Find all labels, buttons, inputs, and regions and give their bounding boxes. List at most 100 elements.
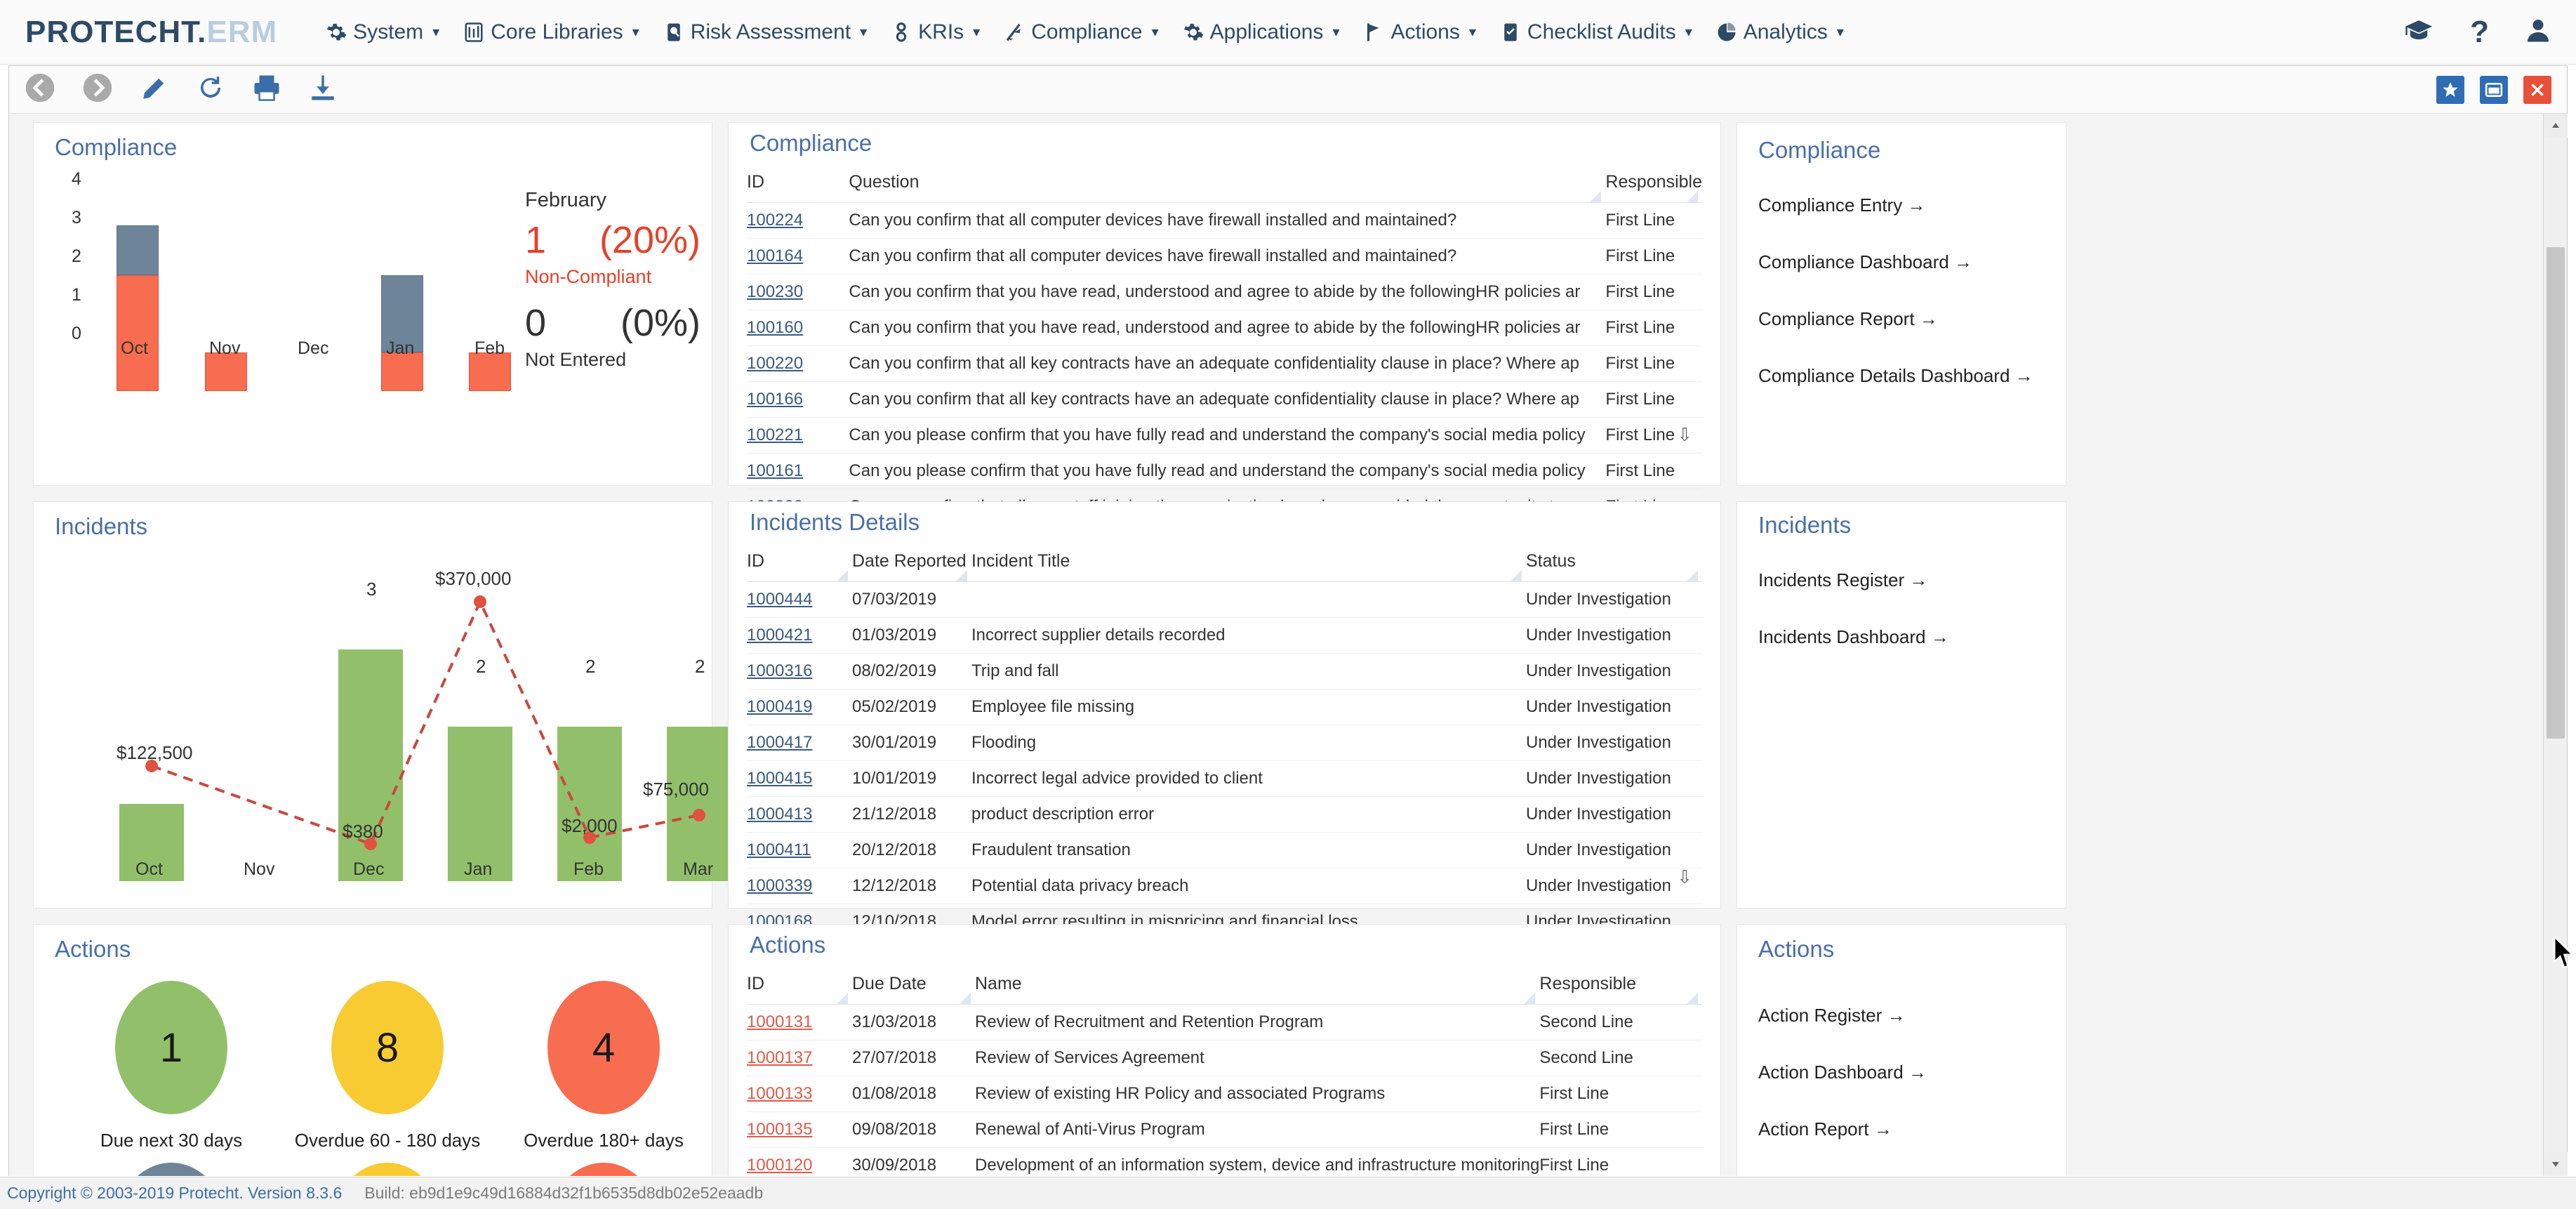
nav-item-system[interactable]: System ▾ — [314, 20, 451, 44]
cell-id[interactable]: 100221 — [747, 417, 849, 454]
back-icon[interactable] — [25, 72, 55, 107]
col-responsible[interactable]: Responsible — [1605, 165, 1702, 203]
cell-id[interactable]: 1000444 — [747, 581, 852, 618]
table-row[interactable]: 1000133 01/08/2018 Review of existing HR P… — [747, 1076, 1702, 1112]
table-row[interactable]: 100220 Can you confirm that all key contr… — [747, 345, 1702, 382]
cell-id[interactable]: 100166 — [747, 381, 849, 418]
table-row[interactable]: 1000135 09/08/2018 Renewal of Anti-Virus P… — [747, 1111, 1702, 1148]
table-row[interactable]: 1000421 01/03/2019 Incorrect supplier deta… — [747, 617, 1702, 654]
col-question[interactable]: Question — [849, 165, 1606, 203]
col-incident-title[interactable]: Incident Title — [971, 544, 1526, 582]
table-row[interactable]: 1000415 10/01/2019 Incorrect legal advice … — [747, 760, 1702, 797]
cell-id[interactable]: 1000339 — [747, 868, 852, 904]
nav-item-risk-assessment[interactable]: Risk Assessment ▾ — [651, 20, 879, 44]
table-row[interactable]: 1000131 31/03/2018 Review of Recruitment a… — [747, 1004, 1702, 1040]
action-circle-overdue-180-plus[interactable]: 4 Overdue 180+ days — [496, 981, 712, 1151]
link-item[interactable]: Action Register → — [1758, 1005, 2066, 1026]
col-id[interactable]: ID — [747, 967, 852, 1005]
link-item[interactable]: Incidents Register → — [1758, 569, 2066, 591]
table-row[interactable]: 1000137 27/07/2018 Review of Services Agre… — [747, 1040, 1702, 1076]
nav-item-applications[interactable]: Applications ▾ — [1171, 20, 1352, 44]
vertical-scrollbar[interactable] — [2543, 114, 2568, 1176]
scrollbar-thumb[interactable] — [2547, 247, 2565, 739]
cell-id[interactable]: 100224 — [747, 202, 849, 239]
cell-id[interactable]: 1000135 — [747, 1111, 852, 1148]
table-row[interactable]: 1000120 30/09/2018 Development of an infor… — [747, 1147, 1702, 1176]
table-row[interactable]: 1000316 08/02/2019 Trip and fall Under Inve… — [747, 653, 1702, 689]
nav-item-actions[interactable]: Actions ▾ — [1351, 20, 1487, 44]
cell-id[interactable]: 100160 — [747, 310, 849, 346]
cell-id[interactable]: 1000421 — [747, 617, 852, 654]
table-row[interactable]: 100230 Can you confirm that you have read… — [747, 274, 1702, 310]
col-responsible[interactable]: Responsible — [1539, 967, 1702, 1005]
brand-logo[interactable]: PROTECHT.ERM — [25, 15, 277, 50]
scroll-down-indicator-icon[interactable]: ⇩ — [1677, 866, 1692, 888]
table-row[interactable]: 1000339 12/12/2018 Potential data privacy … — [747, 868, 1702, 904]
cell-id[interactable]: 1000419 — [747, 689, 852, 725]
edit-icon[interactable] — [140, 73, 169, 106]
nav-item-checklist-audits[interactable]: Checklist Audits ▾ — [1488, 20, 1704, 44]
favorite-star-icon[interactable] — [2436, 75, 2464, 104]
link-item[interactable]: Compliance Entry → — [1758, 194, 2066, 216]
col-date-reported[interactable]: Date Reported — [852, 544, 971, 582]
action-circle-row2-b[interactable] — [279, 1163, 496, 1176]
compliance-kpi-notentered: 0 (0%) Not Entered — [525, 301, 701, 371]
cell-id[interactable]: 1000133 — [747, 1076, 852, 1112]
table-row[interactable]: 100161 Can you please confirm that you ha… — [747, 453, 1702, 489]
link-item[interactable]: Action Report → — [1758, 1118, 2066, 1140]
action-circle-due-30[interactable]: 1 Due next 30 days — [63, 981, 279, 1151]
cell-id[interactable]: 1000413 — [747, 796, 852, 833]
restore-window-icon[interactable] — [2480, 75, 2508, 104]
col-id[interactable]: ID — [747, 165, 849, 203]
cell-id[interactable]: 1000120 — [747, 1147, 852, 1176]
cell-id[interactable]: 1000316 — [747, 653, 852, 689]
action-circle-row2-c[interactable] — [496, 1163, 712, 1176]
print-icon[interactable] — [252, 73, 281, 106]
cell-id[interactable]: 100220 — [747, 345, 849, 382]
table-row[interactable]: 1000417 30/01/2019 Flooding Under Investiga… — [747, 725, 1702, 761]
cell-id[interactable]: 1000131 — [747, 1004, 852, 1040]
table-row[interactable]: 1000413 21/12/2018 product description err… — [747, 796, 1702, 833]
col-due-date[interactable]: Due Date — [852, 967, 975, 1005]
table-row[interactable]: 100160 Can you confirm that you have read… — [747, 310, 1702, 346]
link-item[interactable]: Incidents Dashboard → — [1758, 626, 2066, 648]
nav-item-analytics[interactable]: Analytics ▾ — [1704, 20, 1856, 44]
link-item[interactable]: Action Dashboard → — [1758, 1062, 2066, 1083]
graduation-cap-icon[interactable] — [2404, 19, 2434, 45]
col-status[interactable]: Status — [1526, 544, 1702, 582]
help-icon[interactable]: ? — [2470, 15, 2489, 50]
cell-due-date: 01/08/2018 — [852, 1076, 975, 1112]
table-row[interactable]: 1000411 20/12/2018 Fraudulent transation Un… — [747, 832, 1702, 868]
close-icon[interactable] — [2523, 75, 2551, 104]
cell-id[interactable]: 100230 — [747, 274, 849, 310]
link-item[interactable]: Compliance Details Dashboard → — [1758, 365, 2066, 387]
table-row[interactable]: 1000444 07/03/2019 Under Investigation — [747, 581, 1702, 618]
table-row[interactable]: 1000419 05/02/2019 Employee file missing Un… — [747, 689, 1702, 725]
scroll-up-arrow-icon[interactable] — [2544, 114, 2568, 138]
link-item[interactable]: Compliance Report → — [1758, 308, 2066, 330]
cell-id[interactable]: 100164 — [747, 238, 849, 275]
action-circle-row2-a[interactable] — [63, 1163, 279, 1176]
table-row[interactable]: 100221 Can you please confirm that you ha… — [747, 417, 1702, 454]
nav-item-compliance[interactable]: Compliance ▾ — [992, 20, 1170, 44]
refresh-icon[interactable] — [196, 73, 225, 106]
forward-icon[interactable] — [82, 72, 113, 107]
action-circle-overdue-60-180[interactable]: 8 Overdue 60 - 180 days — [279, 981, 496, 1151]
cell-id[interactable]: 1000415 — [747, 760, 852, 797]
download-icon[interactable] — [308, 73, 338, 106]
link-item[interactable]: Compliance Dashboard → — [1758, 251, 2066, 273]
cell-id[interactable]: 1000417 — [747, 725, 852, 761]
table-row[interactable]: 100166 Can you confirm that all key contr… — [747, 381, 1702, 418]
user-icon[interactable] — [2525, 18, 2551, 46]
table-row[interactable]: 100164 Can you confirm that all computer … — [747, 238, 1702, 275]
nav-item-core-libraries[interactable]: Core Libraries ▾ — [451, 20, 651, 44]
scroll-down-arrow-icon[interactable] — [2544, 1152, 2568, 1176]
nav-item-kris[interactable]: KRIs ▾ — [879, 20, 992, 44]
cell-id[interactable]: 1000411 — [747, 832, 852, 868]
cell-id[interactable]: 100161 — [747, 453, 849, 489]
scroll-down-indicator-icon[interactable]: ⇩ — [1677, 424, 1692, 446]
col-name[interactable]: Name — [975, 967, 1540, 1005]
table-row[interactable]: 100224 Can you confirm that all computer … — [747, 202, 1702, 239]
cell-id[interactable]: 1000137 — [747, 1040, 852, 1076]
col-id[interactable]: ID — [747, 544, 852, 582]
